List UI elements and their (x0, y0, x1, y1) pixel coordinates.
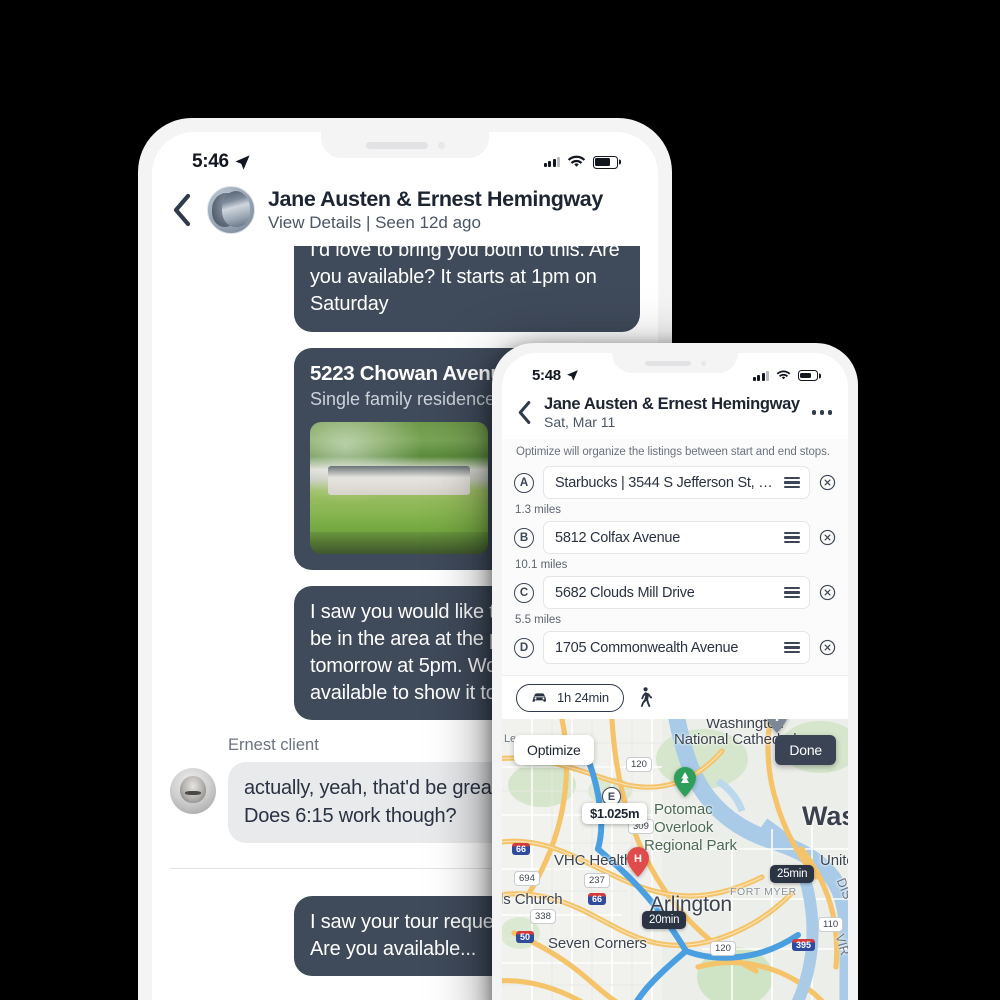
drag-handle-icon[interactable] (784, 641, 800, 654)
speaker-grille (365, 141, 428, 149)
interstate-shield: 66 (512, 843, 531, 855)
leg-distance: 10.1 miles (515, 559, 568, 571)
travel-mode-bar[interactable]: 1h 24min (502, 675, 848, 719)
back-chevron-icon[interactable] (170, 193, 194, 227)
stop-input[interactable]: Starbucks | 3544 S Jefferson St, Bai... (543, 466, 810, 499)
front-phone-screen: 5:48 Jane Austen & Ernest Hemingway Sat,… (502, 353, 848, 1000)
cellular-signal-icon (752, 370, 769, 381)
stop-input[interactable]: 5682 Clouds Mill Drive (543, 576, 810, 609)
route-stop-list[interactable]: Optimize will organize the listings betw… (502, 437, 848, 675)
drag-handle-icon[interactable] (784, 476, 800, 489)
walk-mode-button[interactable] (638, 687, 652, 708)
road-shield: 110 (818, 917, 844, 932)
remove-circle-icon[interactable] (819, 529, 836, 546)
status-time: 5:46 (192, 151, 229, 172)
stop-input[interactable]: 1705 Commonwealth Avenue (543, 631, 810, 664)
location-arrow-icon (235, 154, 250, 170)
status-indicators (752, 370, 818, 381)
drag-handle-icon[interactable] (784, 586, 800, 599)
wifi-icon (776, 370, 791, 380)
home-pin-marker[interactable]: H (627, 847, 649, 877)
road-shield: 120 (710, 941, 736, 956)
stop-input[interactable]: 5812 Colfax Avenue (543, 521, 810, 554)
time-badge[interactable]: 25min (770, 865, 815, 883)
stop-address: 5812 Colfax Avenue (555, 529, 681, 546)
drive-mode-button[interactable]: 1h 24min (516, 683, 624, 712)
interstate-shield: 50 (516, 931, 535, 943)
route-stop-row[interactable]: B 5812 Colfax Avenue (502, 521, 848, 554)
front-phone-device: 5:48 Jane Austen & Ernest Hemingway Sat,… (492, 343, 858, 1000)
drive-duration: 1h 24min (557, 690, 609, 705)
road-shield: 120 (626, 757, 652, 772)
car-icon (532, 693, 546, 702)
divider-line (170, 867, 512, 869)
location-arrow-icon (566, 370, 578, 381)
status-time-group: 5:48 (532, 367, 579, 384)
chat-header-text: Jane Austen & Ernest Hemingway View Deta… (268, 187, 640, 233)
page-title: Jane Austen & Ernest Hemingway (268, 187, 603, 211)
page-title: Jane Austen & Ernest Hemingway (544, 395, 800, 413)
status-time-group: 5:46 (192, 151, 251, 173)
status-time: 5:48 (532, 367, 561, 384)
screenshot-canvas: 5:46 Jane Austen & Ernest Hemingway View… (0, 0, 1000, 1000)
interstate-shield: 395 (792, 939, 816, 951)
route-stop-row[interactable]: C 5682 Clouds Mill Drive (502, 576, 848, 609)
leg-distance: 1.3 miles (515, 504, 562, 516)
cathedral-pin-marker[interactable] (766, 719, 788, 733)
route-header-text: Jane Austen & Ernest Hemingway Sat, Mar … (544, 395, 800, 430)
map-view[interactable]: Lean Washington National Cathedral Potom… (502, 719, 848, 1000)
park-pin-marker[interactable] (674, 767, 696, 797)
remove-circle-icon[interactable] (819, 584, 836, 601)
route-header: Jane Austen & Ernest Hemingway Sat, Mar … (502, 389, 848, 439)
notch (612, 353, 738, 373)
front-camera (700, 360, 706, 366)
drag-handle-icon[interactable] (784, 531, 800, 544)
cellular-signal-icon (543, 157, 560, 167)
status-indicators (543, 155, 618, 169)
route-stop-row[interactable]: D 1705 Commonwealth Avenue (502, 631, 848, 664)
route-date: Sat, Mar 11 (544, 414, 616, 430)
road-shield: 694 (514, 871, 540, 886)
stop-badge: D (514, 637, 534, 658)
stop-badge: C (514, 582, 534, 603)
stop-badge: B (514, 527, 534, 548)
front-camera (437, 141, 445, 149)
avatar[interactable] (207, 186, 255, 234)
stop-address: 1705 Commonwealth Avenue (555, 639, 739, 656)
interstate-shield: 66 (588, 893, 607, 905)
stop-address: Starbucks | 3544 S Jefferson St, Bai... (555, 474, 776, 491)
leg-distance: 5.5 miles (515, 614, 562, 626)
route-hint-text: Optimize will organize the listings betw… (516, 446, 830, 458)
road-shield: 338 (530, 909, 556, 924)
stop-address: 5682 Clouds Mill Drive (555, 584, 695, 601)
back-chevron-icon[interactable] (516, 400, 533, 425)
wifi-icon (567, 155, 586, 167)
time-badge[interactable]: 20min (642, 911, 687, 929)
price-badge[interactable]: $1.025m (582, 803, 648, 824)
notch (321, 132, 489, 158)
svg-text:H: H (634, 853, 642, 865)
route-stop-row[interactable]: A Starbucks | 3544 S Jefferson St, Bai..… (502, 466, 848, 499)
remove-circle-icon[interactable] (819, 639, 836, 656)
chat-subtitle[interactable]: View Details | Seen 12d ago (268, 213, 640, 233)
stop-badge: A (514, 472, 534, 493)
more-options-icon[interactable] (810, 404, 835, 421)
remove-circle-icon[interactable] (819, 474, 836, 491)
chat-header: Jane Austen & Ernest Hemingway View Deta… (152, 178, 658, 246)
optimize-button[interactable]: Optimize (514, 735, 594, 765)
done-button[interactable]: Done (775, 735, 836, 765)
road-shield: 237 (584, 873, 610, 888)
battery-icon (593, 155, 618, 169)
battery-icon (798, 370, 818, 381)
speaker-grille (644, 360, 691, 366)
avatar[interactable] (170, 768, 216, 815)
house-photo (310, 421, 488, 554)
walk-icon (640, 687, 652, 708)
